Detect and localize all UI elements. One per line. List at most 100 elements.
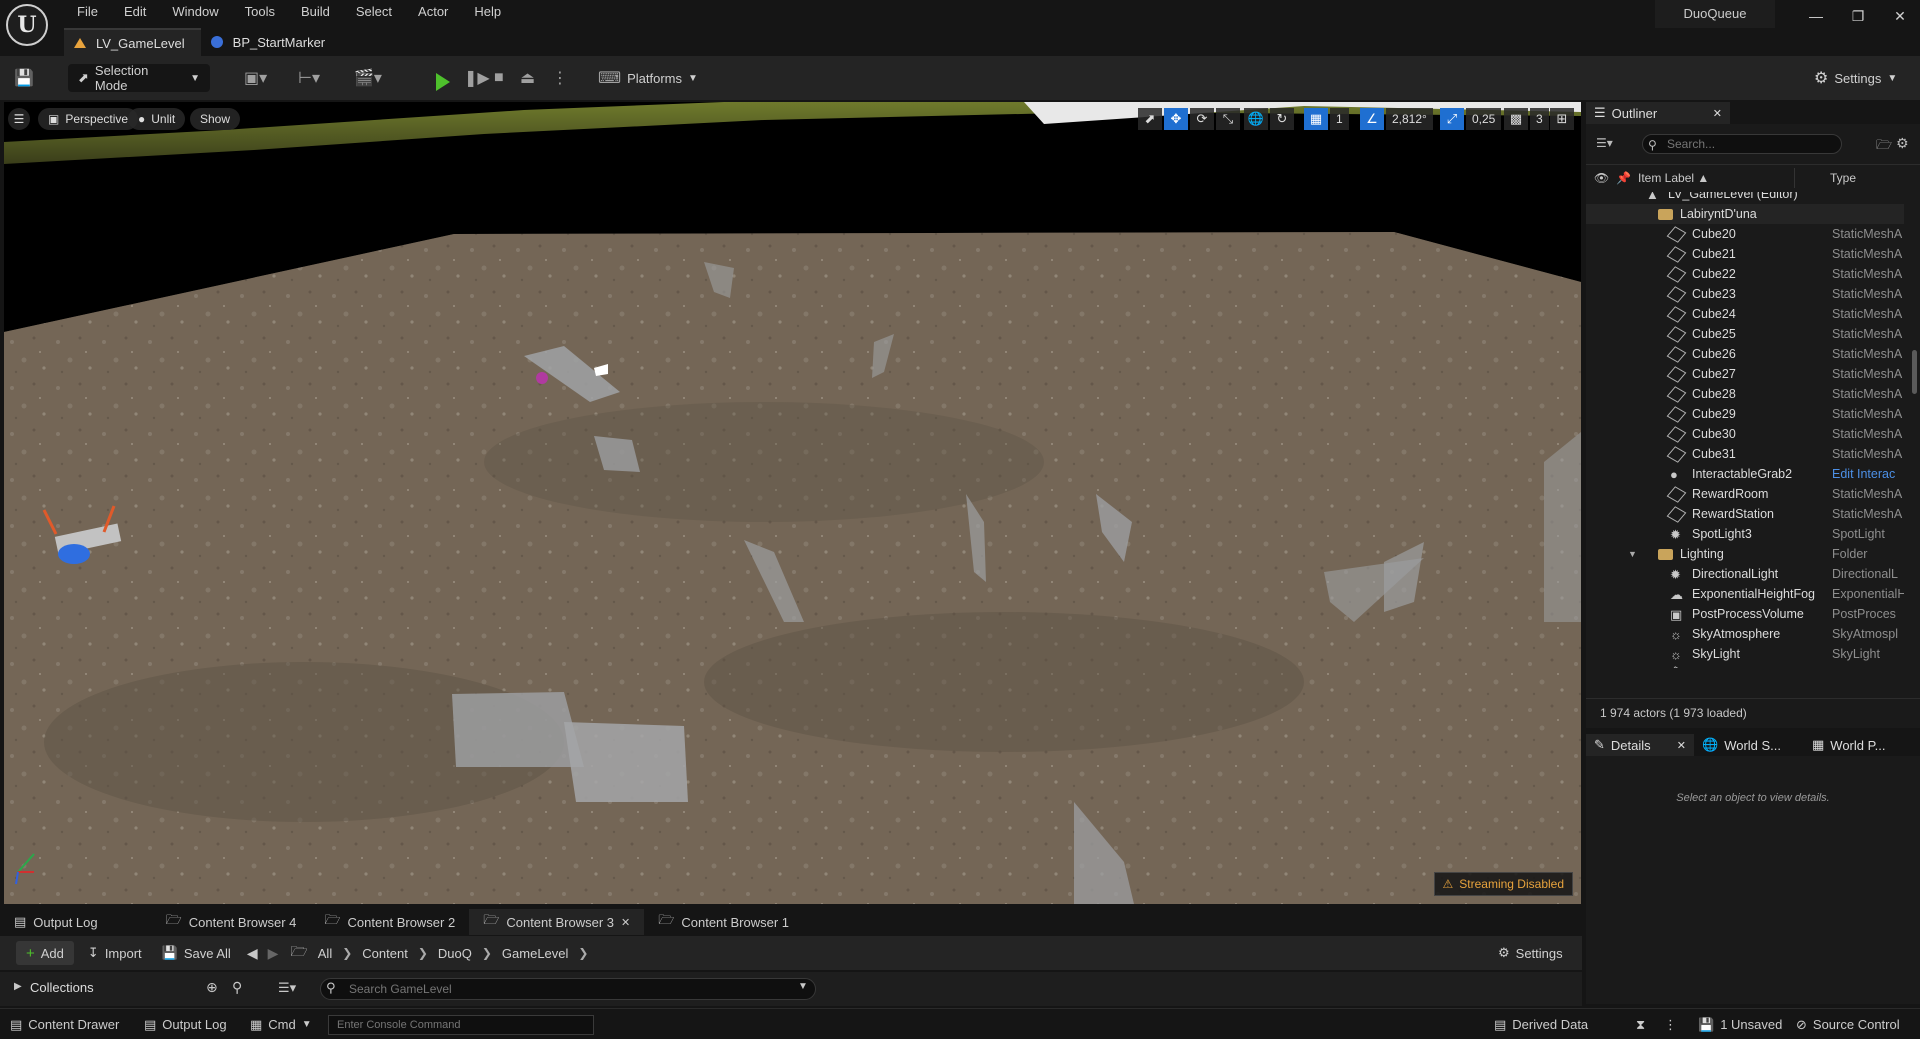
step-icon[interactable]: ❚▶: [464, 64, 490, 92]
outliner-row[interactable]: Cube24 StaticMeshA: [1586, 304, 1904, 324]
tab-outliner[interactable]: ☰ Outliner ✕: [1586, 102, 1730, 124]
breadcrumb-gamelevel[interactable]: GameLevel: [502, 946, 568, 961]
collapse-arrow-icon[interactable]: ▶: [14, 981, 22, 992]
tab-content-browser-2[interactable]: 🗁 Content Browser 2: [310, 909, 469, 935]
settings-button[interactable]: ⚙ Settings ▼: [1814, 64, 1897, 92]
eject-icon[interactable]: ⏏: [520, 64, 535, 92]
surface-snap-icon[interactable]: ↻: [1270, 108, 1294, 130]
show-button[interactable]: Show: [190, 108, 241, 130]
play-button[interactable]: [436, 68, 450, 96]
outliner-row[interactable]: Cube31 StaticMeshA: [1586, 444, 1904, 464]
tab-lv-gamelevel[interactable]: LV_GameLevel: [64, 28, 201, 56]
trace-icon[interactable]: ⧗: [1636, 1009, 1645, 1039]
breadcrumb-all[interactable]: All: [318, 946, 332, 961]
viewport-menu-icon[interactable]: ☰: [8, 108, 30, 130]
grid-snap[interactable]: ▦ 1: [1304, 108, 1349, 130]
outliner-scrollbar[interactable]: [1912, 350, 1917, 394]
column-divider[interactable]: [1794, 168, 1795, 188]
type-column[interactable]: Type: [1830, 168, 1856, 188]
breadcrumb-duoq[interactable]: DuoQ: [438, 946, 472, 961]
rotate-tool-icon[interactable]: ⟳: [1190, 108, 1214, 130]
source-control-button[interactable]: ⊘ Source Control: [1796, 1009, 1900, 1039]
camera-speed[interactable]: ▩ 3: [1504, 108, 1549, 130]
expand-arrow-icon[interactable]: ▼: [1628, 549, 1637, 559]
save-all-button[interactable]: 💾 Save All: [162, 939, 231, 967]
unreal-logo-icon[interactable]: U: [6, 4, 48, 46]
gear-icon[interactable]: ⚙: [1896, 135, 1909, 152]
add-collection-icon[interactable]: ⊕: [206, 979, 218, 996]
outliner-row[interactable]: ☼ SkyLight SkyLight: [1586, 644, 1904, 664]
chevron-down-icon[interactable]: ▼: [798, 981, 808, 992]
import-button[interactable]: ↧ Import: [88, 939, 142, 967]
close-icon[interactable]: ✕: [621, 916, 630, 929]
tab-world-partition[interactable]: ▦ World P...: [1804, 734, 1914, 756]
menu-actor[interactable]: Actor: [405, 0, 461, 24]
outliner-row[interactable]: RewardRoom StaticMeshA: [1586, 484, 1904, 504]
unsaved-button[interactable]: 💾 1 Unsaved: [1698, 1009, 1782, 1039]
blueprints-button[interactable]: ⊢▾: [298, 64, 320, 92]
tab-content-browser-4[interactable]: 🗁 Content Browser 4: [152, 909, 311, 935]
outliner-row[interactable]: Cube28 StaticMeshA: [1586, 384, 1904, 404]
breadcrumb-content[interactable]: Content: [362, 946, 408, 961]
close-icon[interactable]: ✕: [1677, 739, 1686, 752]
more-options-icon[interactable]: ⋮: [552, 64, 568, 92]
outliner-row[interactable]: ● InteractableGrab2 Edit Interac: [1586, 464, 1904, 484]
outliner-row[interactable]: Cube30 StaticMeshA: [1586, 424, 1904, 444]
derived-data-button[interactable]: ▤ Derived Data: [1494, 1009, 1588, 1039]
outliner-row[interactable]: Cube25 StaticMeshA: [1586, 324, 1904, 344]
content-settings-button[interactable]: ⚙ Settings: [1498, 939, 1563, 967]
tab-bp-startmarker[interactable]: BP_StartMarker: [201, 28, 341, 56]
menu-edit[interactable]: Edit: [111, 0, 159, 24]
cmd-button[interactable]: ▦ Cmd ▼: [250, 1009, 312, 1039]
outliner-row[interactable]: Cube26 StaticMeshA: [1586, 344, 1904, 364]
outliner-row[interactable]: Cube23 StaticMeshA: [1586, 284, 1904, 304]
forward-icon[interactable]: ▶: [268, 945, 279, 962]
outliner-row-type[interactable]: Edit Interac: [1832, 467, 1904, 481]
layout-button[interactable]: ⊞: [1550, 108, 1574, 130]
scale-tool-icon[interactable]: ⤡: [1216, 108, 1240, 130]
outliner-row[interactable]: ▣ PostProcessVolume PostProces: [1586, 604, 1904, 624]
outliner-row[interactable]: Cube27 StaticMeshA: [1586, 364, 1904, 384]
tab-content-browser-3[interactable]: 🗁 Content Browser 3 ✕: [469, 909, 645, 935]
menu-help[interactable]: Help: [461, 0, 514, 24]
add-button[interactable]: + Add: [16, 941, 74, 965]
menu-file[interactable]: File: [64, 0, 111, 24]
tab-details[interactable]: ✎ Details ✕: [1586, 734, 1694, 756]
outliner-row[interactable]: ✹ SpotLight3 SpotLight: [1586, 524, 1904, 544]
close-icon[interactable]: ✕: [1878, 0, 1920, 32]
menu-select[interactable]: Select: [343, 0, 405, 24]
menu-tools[interactable]: Tools: [232, 0, 288, 24]
outliner-row[interactable]: Cube21 StaticMeshA: [1586, 244, 1904, 264]
search-collections-icon[interactable]: ⚲: [232, 979, 242, 996]
item-label-column[interactable]: Item Label ▲: [1638, 168, 1709, 188]
outliner-row[interactable]: ☁ ExponentialHeightFog ExponentialH: [1586, 584, 1904, 604]
console-command-input[interactable]: [328, 1015, 594, 1035]
back-icon[interactable]: ◀: [247, 945, 258, 962]
outliner-row[interactable]: Cube22 StaticMeshA: [1586, 264, 1904, 284]
folder-icon[interactable]: 🗁: [290, 941, 307, 965]
more-icon[interactable]: ⋮: [1664, 1009, 1677, 1039]
restore-icon[interactable]: ❐: [1836, 0, 1880, 32]
filter-icon[interactable]: ☰▾: [1596, 136, 1613, 150]
outliner-row[interactable]: ▲ LV_GameLevel (Editor): [1586, 192, 1904, 204]
move-tool-icon[interactable]: ✥: [1164, 108, 1188, 130]
rotation-snap[interactable]: ∠ 2,812°: [1360, 108, 1433, 130]
view-mode-button[interactable]: ● Unlit: [128, 108, 186, 130]
output-log-button[interactable]: ▤ Output Log: [144, 1009, 227, 1039]
outliner-row[interactable]: ▼ Lighting Folder: [1586, 544, 1904, 564]
perspective-button[interactable]: ▣ Perspective: [38, 108, 139, 130]
outliner-row[interactable]: Cube29 StaticMeshA: [1586, 404, 1904, 424]
outliner-row[interactable]: LabiryntD'una: [1586, 204, 1904, 224]
collections-label[interactable]: Collections: [30, 980, 94, 995]
selection-mode-button[interactable]: ⬈ Selection Mode ▼: [68, 63, 210, 93]
outliner-search-input[interactable]: [1642, 134, 1842, 154]
outliner-row[interactable]: RewardStation StaticMeshA: [1586, 504, 1904, 524]
select-tool-icon[interactable]: ⬈: [1138, 108, 1162, 130]
world-space-icon[interactable]: 🌐: [1244, 108, 1268, 130]
level-viewport[interactable]: ☰ ▣ Perspective ● Unlit Show ⬈ ✥ ⟳ ⤡ 🌐 ↻…: [4, 102, 1581, 904]
menu-window[interactable]: Window: [159, 0, 231, 24]
outliner-row[interactable]: ☼ SkyAtmosphere SkyAtmospl: [1586, 624, 1904, 644]
content-drawer-button[interactable]: ▤ Content Drawer: [10, 1009, 119, 1039]
content-search-input[interactable]: [320, 978, 816, 1000]
outliner-row[interactable]: Cube20 StaticMeshA: [1586, 224, 1904, 244]
